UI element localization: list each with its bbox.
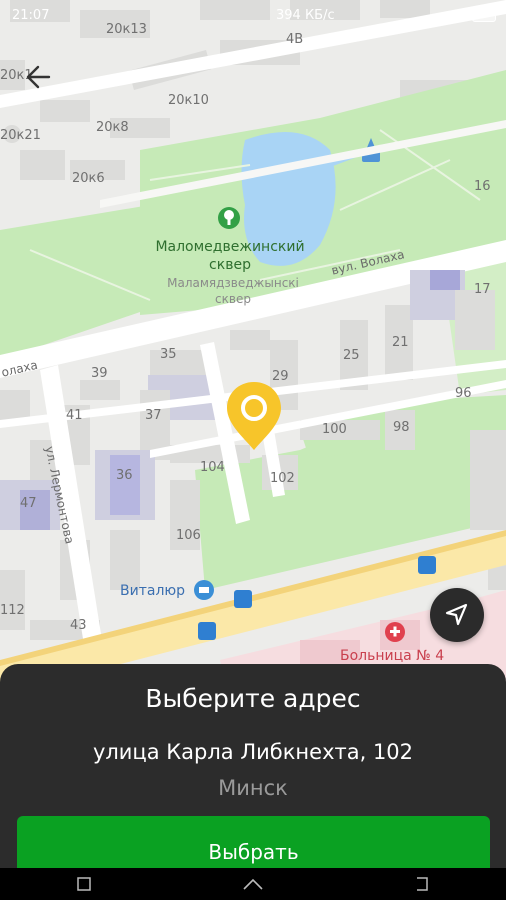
map-building-label: 47	[20, 496, 37, 511]
status-left-text: 21:07	[12, 8, 50, 23]
map-building-label: 100	[322, 422, 347, 437]
arrow-left-icon	[26, 65, 51, 89]
map-park-label-alt: Маламядзведжынскі сквер	[158, 275, 308, 307]
address-sheet: Выберите адрес улица Карла Либкнехта, 10…	[0, 664, 506, 876]
map-building-label: 35	[160, 347, 177, 362]
nav-home-button[interactable]	[233, 872, 273, 896]
map-building-label: 20к8	[96, 120, 129, 135]
selected-city: Минск	[218, 776, 288, 800]
map-building-label: 96	[455, 386, 472, 401]
map-building-label: 20к6	[72, 171, 105, 186]
map-building-label: 37	[145, 408, 162, 423]
map-hospital-label: Больница № 4	[340, 648, 445, 664]
recents-icon	[77, 877, 91, 891]
map-canvas	[0, 0, 506, 700]
map-building-label: 104	[200, 460, 225, 475]
park-name-line1: Маломедвежинский	[155, 239, 305, 255]
map-building-label: 36	[116, 468, 133, 483]
back-icon	[417, 877, 428, 891]
map-building-label: 16	[474, 179, 491, 194]
back-button[interactable]	[16, 54, 62, 100]
map-poi-label: Виталюр	[120, 583, 186, 599]
map-building-label: 17	[474, 282, 491, 297]
map-building-label: 4В	[286, 32, 304, 47]
park-name-line2: сквер	[209, 257, 251, 273]
park-name-alt-line2: сквер	[215, 292, 251, 306]
map-building-label: 20к10	[168, 93, 209, 108]
map-view[interactable]: 20к13 4В 20к1 20к10 20к8 20к21 20к6 16 1…	[0, 0, 506, 700]
status-bar: 21:07 394 КБ/с	[0, 0, 506, 34]
map-building-label: 39	[91, 366, 108, 381]
selected-address: улица Карла Либкнехта, 102	[92, 740, 414, 764]
sheet-title: Выберите адрес	[145, 684, 361, 713]
map-building-label: 20к21	[0, 128, 41, 143]
navigation-arrow-icon	[445, 603, 468, 626]
app-screen: 20к13 4В 20к1 20к10 20к8 20к21 20к6 16 1…	[0, 0, 506, 900]
map-building-label: 25	[343, 348, 360, 363]
home-icon	[243, 878, 263, 890]
map-building-label: 21	[392, 335, 409, 350]
battery-icon	[472, 10, 496, 22]
map-pin-icon	[222, 378, 286, 454]
select-address-button[interactable]: Выбрать	[17, 816, 490, 876]
map-building-label: 112	[0, 603, 25, 618]
park-name-alt-line1: Маламядзведжынскі	[167, 276, 299, 290]
status-network-speed: 394 КБ/с	[276, 8, 335, 23]
nav-recents-button[interactable]	[64, 872, 104, 896]
map-building-label: 106	[176, 528, 201, 543]
map-park-label: Маломедвежинский сквер	[150, 238, 310, 274]
map-building-label: 98	[393, 420, 410, 435]
map-building-label: 41	[66, 408, 83, 423]
system-nav-bar	[0, 868, 506, 900]
nav-back-button[interactable]	[402, 872, 442, 896]
map-building-label: 102	[270, 471, 295, 486]
map-building-label: 43	[70, 618, 87, 633]
locate-me-button[interactable]	[430, 588, 484, 642]
